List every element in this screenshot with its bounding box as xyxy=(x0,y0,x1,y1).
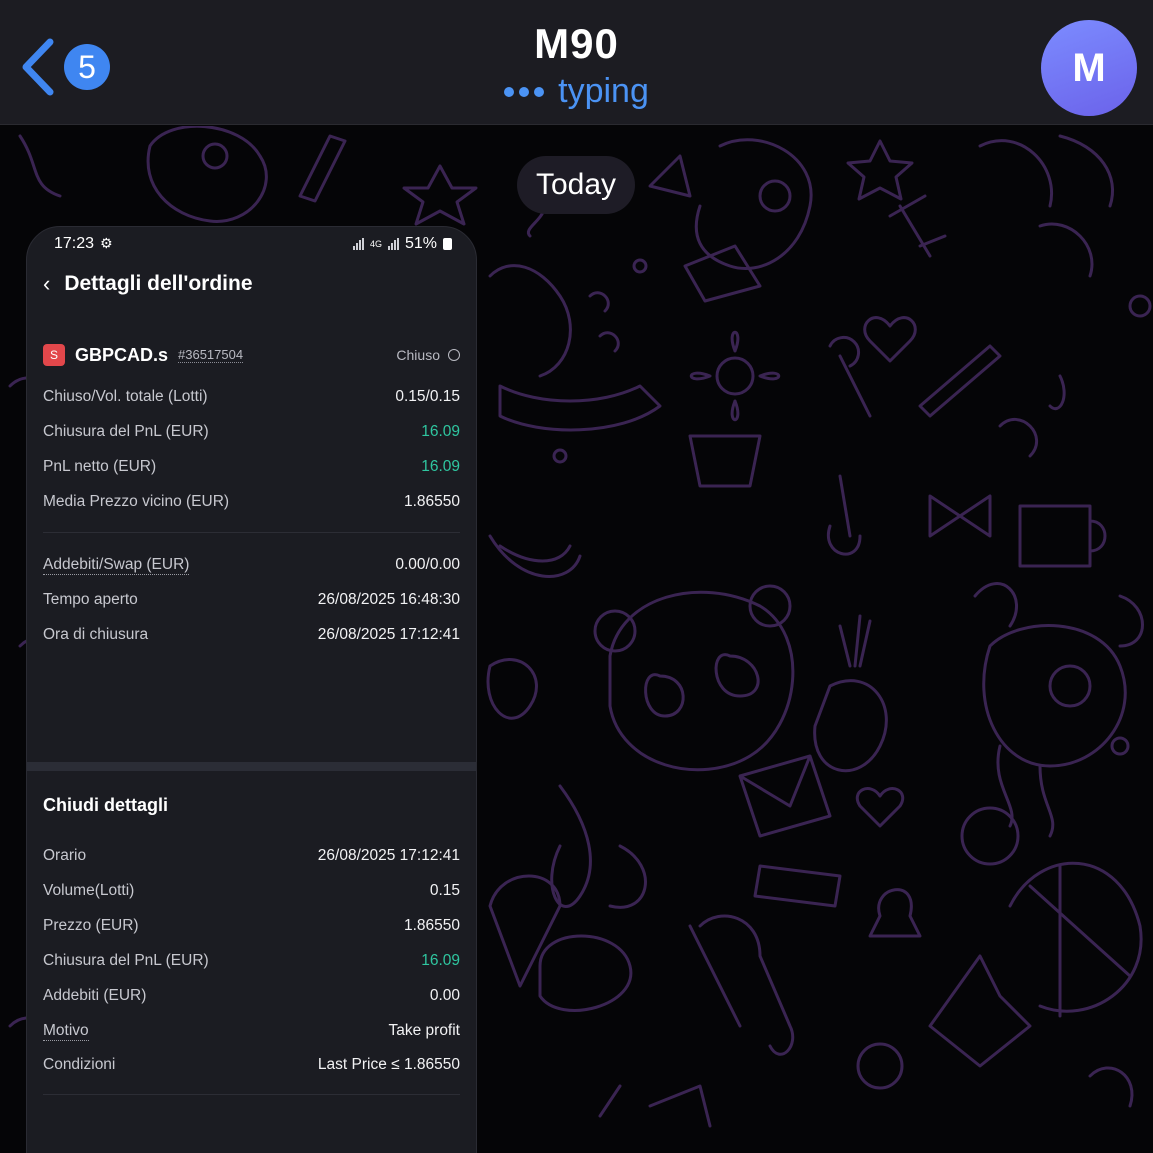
detail-row: PnL netto (EUR) 16.09 xyxy=(43,455,460,479)
status-time: 17:23 xyxy=(54,235,95,252)
detail-value: 26/08/2025 16:48:30 xyxy=(317,591,460,608)
network-type: 4G xyxy=(369,238,382,249)
detail-row: Tempo aperto 26/08/2025 16:48:30 xyxy=(43,588,460,612)
detail-row: Addebiti (EUR) 0.00 xyxy=(43,984,460,1008)
typing-dots-icon xyxy=(504,86,545,97)
detail-row: Addebiti/Swap (EUR) 0.00/0.00 xyxy=(43,553,460,577)
detail-label: Prezzo (EUR) xyxy=(43,917,139,934)
symbol-badge: S xyxy=(43,344,65,366)
date-separator: Today xyxy=(517,156,635,214)
detail-row: Condizioni Last Price ≤ 1.86550 xyxy=(43,1053,460,1077)
order-status-text: Chiuso xyxy=(396,347,440,363)
detail-value: 26/08/2025 17:12:41 xyxy=(317,626,460,643)
detail-label: Volume(Lotti) xyxy=(43,882,135,899)
detail-label: Addebiti/Swap (EUR) xyxy=(43,555,190,575)
chat-area: Today 17:23 ⚙ 4G 51% ‹ Dettagli dell'ord… xyxy=(0,126,1153,1153)
detail-value: 0.00 xyxy=(429,987,460,1004)
detail-value: 0.15/0.15 xyxy=(395,388,460,405)
detail-row: Chiusura del PnL (EUR) 16.09 xyxy=(43,420,460,444)
detail-row: Orario 26/08/2025 17:12:41 xyxy=(43,844,460,868)
detail-value: 0.15 xyxy=(429,882,460,899)
detail-row: Media Prezzo vicino (EUR) 1.86550 xyxy=(43,490,460,514)
section-separator xyxy=(27,762,476,771)
battery-percent: 51% xyxy=(404,235,437,252)
detail-label: Addebiti (EUR) xyxy=(43,987,147,1004)
divider xyxy=(43,1094,460,1095)
contact-avatar[interactable]: M xyxy=(1041,20,1137,116)
detail-label: Ora di chiusura xyxy=(43,626,149,643)
detail-value: 1.86550 xyxy=(403,917,460,934)
detail-value: Last Price ≤ 1.86550 xyxy=(317,1056,460,1073)
detail-row: Prezzo (EUR) 1.86550 xyxy=(43,914,460,938)
detail-label: Motivo xyxy=(43,1021,89,1041)
detail-label: Condizioni xyxy=(43,1056,116,1073)
typing-status: typing xyxy=(0,72,1153,111)
detail-label: Media Prezzo vicino (EUR) xyxy=(43,493,230,510)
detail-label: Tempo aperto xyxy=(43,591,138,608)
detail-label: Chiuso/Vol. totale (Lotti) xyxy=(43,388,208,405)
detail-label: Chiusura del PnL (EUR) xyxy=(43,952,209,969)
detail-value: 1.86550 xyxy=(403,493,460,510)
detail-value: 16.09 xyxy=(421,423,460,440)
detail-value: 16.09 xyxy=(421,952,460,969)
detail-value: 26/08/2025 17:12:41 xyxy=(317,847,460,864)
detail-value: 0.00/0.00 xyxy=(395,556,460,573)
signal-icon xyxy=(352,238,364,250)
chat-title[interactable]: M90 xyxy=(0,20,1153,68)
image-message[interactable]: 17:23 ⚙ 4G 51% ‹ Dettagli dell'ordine S … xyxy=(26,226,477,1153)
typing-status-text: typing xyxy=(558,72,649,110)
detail-row: Volume(Lotti) 0.15 xyxy=(43,879,460,903)
refresh-icon xyxy=(448,349,460,361)
detail-label: Orario xyxy=(43,847,87,864)
detail-label: PnL netto (EUR) xyxy=(43,458,157,475)
divider xyxy=(43,532,460,533)
detail-value: 16.09 xyxy=(421,458,460,475)
chevron-left-icon: ‹ xyxy=(43,271,51,296)
order-id: #36517504 xyxy=(178,347,244,363)
symbol-name: GBPCAD.s xyxy=(75,344,169,365)
detail-value: Take profit xyxy=(388,1022,460,1039)
detail-label: Chiusura del PnL (EUR) xyxy=(43,423,209,440)
detail-row: Motivo Take profit xyxy=(43,1019,460,1043)
order-symbol-row: S GBPCAD.s #36517504 Chiuso xyxy=(43,341,460,369)
close-details-title: Chiudi dettagli xyxy=(43,795,168,815)
gear-icon: ⚙ xyxy=(100,235,113,251)
signal-icon-2 xyxy=(387,238,399,250)
detail-row: Ora di chiusura 26/08/2025 17:12:41 xyxy=(43,623,460,647)
phone-status-bar: 17:23 ⚙ 4G 51% xyxy=(27,227,476,263)
order-status: Chiuso xyxy=(396,347,460,363)
chat-header: 5 M90 typing M xyxy=(0,0,1153,125)
order-detail-nav: ‹ Dettagli dell'ordine xyxy=(43,271,253,297)
detail-row: Chiusura del PnL (EUR) 16.09 xyxy=(43,949,460,973)
battery-icon xyxy=(443,238,452,250)
page-title: Dettagli dell'ordine xyxy=(64,272,253,295)
detail-row: Chiuso/Vol. totale (Lotti) 0.15/0.15 xyxy=(43,385,460,409)
